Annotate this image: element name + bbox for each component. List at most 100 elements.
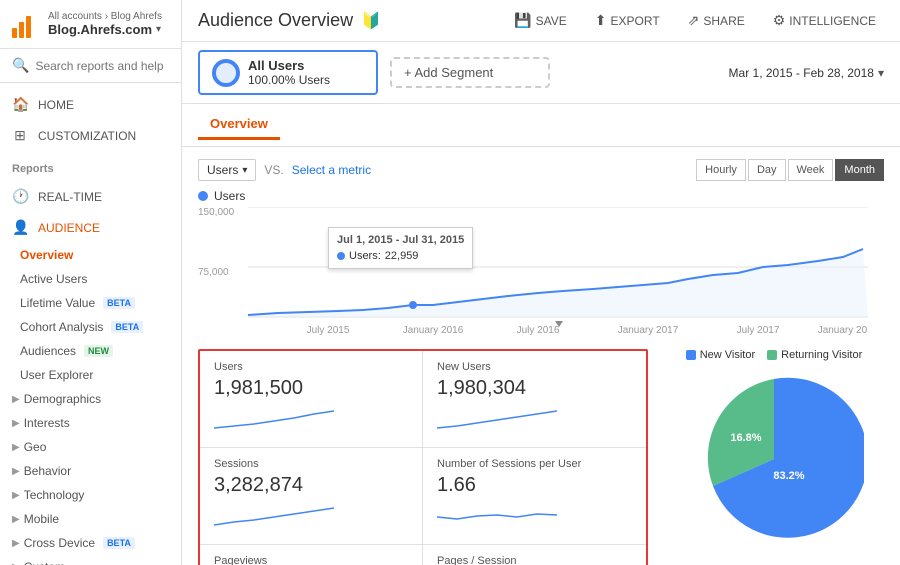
behavior-label: Behavior xyxy=(24,464,71,478)
stat-users-value: 1,981,500 xyxy=(214,377,408,400)
search-input[interactable] xyxy=(35,59,169,73)
grid-icon: ⊞ xyxy=(12,127,28,144)
segment-bar: All Users 100.00% Users + Add Segment Ma… xyxy=(182,42,900,104)
chart-tooltip: Jul 1, 2015 - Jul 31, 2015 Users: 22,959 xyxy=(328,227,473,269)
logo-bar-3 xyxy=(26,16,31,38)
arrow-icon: ▶ xyxy=(12,394,20,405)
chart-legend-label: Users xyxy=(214,189,245,203)
sidebar-expand-demographics[interactable]: ▶ Demographics xyxy=(0,387,181,411)
sidebar-sub-user-explorer[interactable]: User Explorer xyxy=(0,363,181,387)
segment-pills: All Users 100.00% Users + Add Segment xyxy=(198,50,550,95)
stat-sessions-per-user-value: 1.66 xyxy=(437,474,632,497)
cohort-label: Cohort Analysis xyxy=(20,320,103,334)
account-info: All accounts › Blog Ahrefs Blog.Ahrefs.c… xyxy=(48,11,162,37)
tab-overview-label: Overview xyxy=(210,116,268,131)
stat-pageviews: Pageviews 4,250,889 xyxy=(200,545,423,565)
pie-chart: 83.2% 16.8% xyxy=(684,369,864,549)
select-metric-link[interactable]: Select a metric xyxy=(292,163,371,177)
svg-text:January 2016: January 2016 xyxy=(403,325,464,336)
intelligence-label: INTELLIGENCE xyxy=(789,14,876,28)
tooltip-value: 22,959 xyxy=(385,250,419,262)
sidebar-sub-overview[interactable]: Overview xyxy=(0,243,181,267)
time-btn-hourly[interactable]: Hourly xyxy=(696,159,746,181)
time-btn-month[interactable]: Month xyxy=(835,159,884,181)
save-button[interactable]: 💾 SAVE xyxy=(506,8,575,33)
intelligence-icon: ⚙ xyxy=(773,12,786,29)
time-btn-week[interactable]: Week xyxy=(788,159,834,181)
sidebar-expand-custom[interactable]: ▶ Custom xyxy=(0,555,181,565)
arrow-icon: ▶ xyxy=(12,514,20,525)
vs-label: VS. xyxy=(264,163,283,177)
date-range-text: Mar 1, 2015 - Feb 28, 2018 xyxy=(729,66,874,80)
home-icon: 🏠 xyxy=(12,96,28,113)
intelligence-button[interactable]: ⚙ INTELLIGENCE xyxy=(765,8,884,33)
returning-visitor-color xyxy=(767,350,777,360)
geo-label: Geo xyxy=(24,440,47,454)
export-label: EXPORT xyxy=(611,14,660,28)
stat-pages-session-label: Pages / Session xyxy=(437,555,632,565)
sidebar-sub-active-users[interactable]: Active Users xyxy=(0,267,181,291)
main-content: Audience Overview 🔰 💾 SAVE ⬆ EXPORT ⇗ SH… xyxy=(182,0,900,565)
analytics-logo xyxy=(12,10,40,38)
share-button[interactable]: ⇗ SHARE xyxy=(680,8,753,33)
add-segment-label: + Add Segment xyxy=(404,65,493,80)
account-name-row[interactable]: Blog.Ahrefs.com ▾ xyxy=(48,22,162,37)
tab-overview[interactable]: Overview xyxy=(198,110,280,140)
export-button[interactable]: ⬆ EXPORT xyxy=(587,8,668,33)
chart-controls: Users ▾ VS. Select a metric Hourly Day W… xyxy=(198,159,884,181)
audiences-label: Audiences xyxy=(20,344,76,358)
sidebar-sub-lifetime[interactable]: Lifetime Value BETA xyxy=(0,291,181,315)
sidebar-sub-audiences[interactable]: Audiences NEW xyxy=(0,339,181,363)
sidebar-expand-behavior[interactable]: ▶ Behavior xyxy=(0,459,181,483)
metric-chevron-icon: ▾ xyxy=(242,165,247,176)
y-label-mid: 75,000 xyxy=(198,267,248,278)
returning-visitor-label: Returning Visitor xyxy=(781,349,862,361)
save-icon: 💾 xyxy=(514,12,531,29)
stat-pages-session: Pages / Session 1.29 xyxy=(423,545,646,565)
tooltip-date: Jul 1, 2015 - Jul 31, 2015 xyxy=(337,234,464,246)
metric-label: Users xyxy=(207,163,238,177)
lifetime-label: Lifetime Value xyxy=(20,296,95,310)
metric-select: Users ▾ VS. Select a metric xyxy=(198,159,371,181)
add-segment-button[interactable]: + Add Segment xyxy=(390,57,550,88)
overview-label: Overview xyxy=(20,248,73,262)
time-btn-day[interactable]: Day xyxy=(748,159,786,181)
sidebar-expand-geo[interactable]: ▶ Geo xyxy=(0,435,181,459)
sidebar-expand-interests[interactable]: ▶ Interests xyxy=(0,411,181,435)
stat-users-label: Users xyxy=(214,361,408,373)
save-label: SAVE xyxy=(536,14,567,28)
page-title-area: Audience Overview 🔰 xyxy=(198,10,381,31)
sparkline-users xyxy=(214,406,334,434)
sidebar-item-customization-label: CUSTOMIZATION xyxy=(38,129,136,143)
sidebar-item-home[interactable]: 🏠 HOME xyxy=(0,89,181,120)
svg-text:January 2018: January 2018 xyxy=(818,325,868,336)
breadcrumb: All accounts › Blog Ahrefs xyxy=(48,11,162,22)
sidebar-item-customization[interactable]: ⊞ CUSTOMIZATION xyxy=(0,120,181,151)
sidebar-item-home-label: HOME xyxy=(38,98,74,112)
custom-label: Custom xyxy=(24,560,65,565)
sidebar-item-audience[interactable]: 👤 AUDIENCE xyxy=(0,212,181,243)
arrow-icon: ▶ xyxy=(12,418,20,429)
sparkline-sessions-per-user xyxy=(437,503,557,531)
stat-sessions-value: 3,282,874 xyxy=(214,474,408,497)
sidebar-expand-mobile[interactable]: ▶ Mobile xyxy=(0,507,181,531)
arrow-icon: ▶ xyxy=(12,562,20,565)
svg-text:January 2017: January 2017 xyxy=(618,325,679,336)
demographics-label: Demographics xyxy=(24,392,101,406)
segment-percent: 100.00% Users xyxy=(248,73,330,87)
arrow-icon: ▶ xyxy=(12,538,20,549)
tooltip-label: Users: xyxy=(349,250,381,262)
date-range[interactable]: Mar 1, 2015 - Feb 28, 2018 ▾ xyxy=(729,66,884,80)
search-bar: 🔍 xyxy=(0,49,181,83)
sidebar-expand-technology[interactable]: ▶ Technology xyxy=(0,483,181,507)
svg-text:July 2015: July 2015 xyxy=(307,325,350,336)
sidebar-expand-crossdevice[interactable]: ▶ Cross Device BETA xyxy=(0,531,181,555)
sidebar-sub-cohort[interactable]: Cohort Analysis BETA xyxy=(0,315,181,339)
segment-all-users[interactable]: All Users 100.00% Users xyxy=(198,50,378,95)
sidebar-item-realtime[interactable]: 🕐 REAL-TIME xyxy=(0,181,181,212)
stats-section: Users 1,981,500 New Users 1,980,304 Sess… xyxy=(182,349,900,565)
stat-sessions-per-user: Number of Sessions per User 1.66 xyxy=(423,448,646,545)
technology-label: Technology xyxy=(24,488,85,502)
segment-text: All Users 100.00% Users xyxy=(248,58,330,87)
users-dropdown[interactable]: Users ▾ xyxy=(198,159,256,181)
